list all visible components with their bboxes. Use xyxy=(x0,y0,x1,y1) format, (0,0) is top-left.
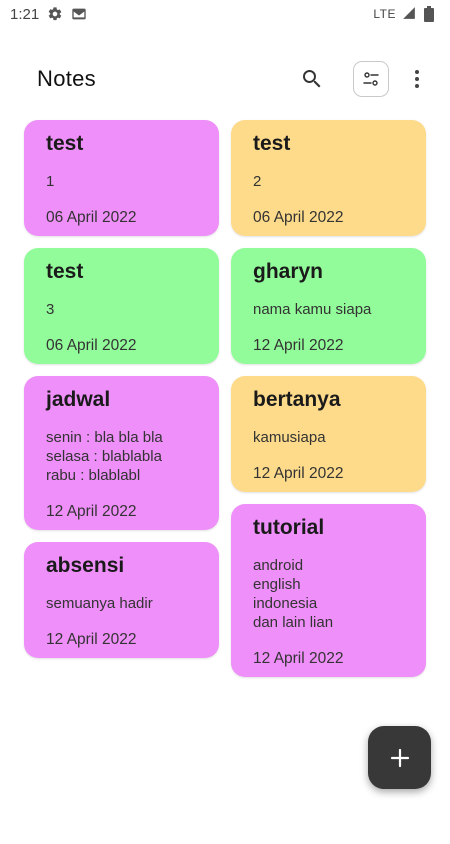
note-date: 12 April 2022 xyxy=(46,631,137,648)
more-vert-icon xyxy=(415,70,419,88)
note-title: absensi xyxy=(46,554,125,577)
note-card[interactable]: absensi semuanya hadir 12 April 2022 xyxy=(24,542,219,658)
note-date: 06 April 2022 xyxy=(46,209,137,226)
note-title: test xyxy=(46,132,84,155)
view-toggle-icon xyxy=(363,72,379,86)
note-date: 12 April 2022 xyxy=(253,650,344,667)
gmail-icon xyxy=(71,6,87,22)
note-title: bertanya xyxy=(253,388,341,411)
view-toggle-button[interactable] xyxy=(353,61,389,97)
note-body: nama kamu siapa xyxy=(253,301,372,318)
note-card[interactable]: gharyn nama kamu siapa 12 April 2022 xyxy=(231,248,426,364)
note-date: 06 April 2022 xyxy=(46,337,137,354)
settings-icon xyxy=(47,6,63,22)
note-date: 06 April 2022 xyxy=(253,209,344,226)
search-button[interactable] xyxy=(294,61,330,97)
network-label: LTE xyxy=(373,7,396,21)
note-body: 3 xyxy=(46,301,55,318)
note-body: senin : bla bla bla selasa : blablabla r… xyxy=(46,429,163,484)
status-bar: 1:21 LTE xyxy=(0,0,450,28)
battery-icon xyxy=(424,6,440,22)
add-icon xyxy=(390,748,409,767)
add-note-button[interactable] xyxy=(368,726,431,789)
status-left: 1:21 xyxy=(10,6,87,23)
note-card[interactable]: test 1 06 April 2022 xyxy=(24,120,219,236)
status-right: LTE xyxy=(373,6,440,22)
notes-column-right: test 2 06 April 2022 gharyn nama kamu si… xyxy=(231,120,426,677)
note-card[interactable]: jadwal senin : bla bla bla selasa : blab… xyxy=(24,376,219,530)
note-title: test xyxy=(253,132,291,155)
note-title: jadwal xyxy=(46,388,111,411)
notes-column-left: test 1 06 April 2022 test 3 06 April 202… xyxy=(24,120,219,677)
note-date: 12 April 2022 xyxy=(253,465,344,482)
note-date: 12 April 2022 xyxy=(46,503,137,520)
signal-icon xyxy=(402,6,418,22)
page-title: Notes xyxy=(37,66,96,91)
note-body: semuanya hadir xyxy=(46,595,153,612)
note-card[interactable]: tutorial android english indonesia dan l… xyxy=(231,504,426,677)
status-time: 1:21 xyxy=(10,5,40,23)
note-date: 12 April 2022 xyxy=(253,337,344,354)
note-card[interactable]: bertanya kamusiapa 12 April 2022 xyxy=(231,376,426,492)
note-title: tutorial xyxy=(253,516,325,539)
note-body: android english indonesia dan lain lian xyxy=(253,557,334,631)
app-actions xyxy=(294,61,430,97)
note-body: 1 xyxy=(46,173,55,190)
more-options-button[interactable] xyxy=(404,61,430,97)
note-card[interactable]: test 3 06 April 2022 xyxy=(24,248,219,364)
note-body: 2 xyxy=(253,173,262,190)
note-card[interactable]: test 2 06 April 2022 xyxy=(231,120,426,236)
search-icon xyxy=(303,70,321,88)
notes-grid: test 1 06 April 2022 test 3 06 April 202… xyxy=(24,120,426,677)
note-body: kamusiapa xyxy=(253,429,326,446)
note-title: gharyn xyxy=(253,260,324,283)
note-title: test xyxy=(46,260,84,283)
app-bar: Notes xyxy=(0,56,450,102)
